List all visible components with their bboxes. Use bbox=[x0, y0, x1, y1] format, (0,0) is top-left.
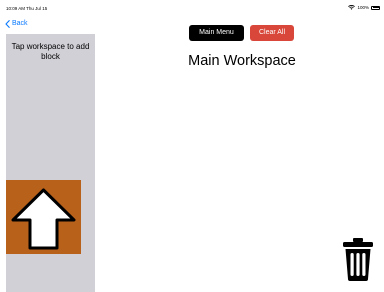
status-indicators: 100% bbox=[348, 5, 380, 10]
workspace-title: Main Workspace bbox=[188, 53, 296, 69]
back-button[interactable]: Back bbox=[5, 20, 28, 28]
block-palette: Tap workspace to add block bbox=[6, 34, 95, 292]
up-arrow-icon bbox=[11, 188, 76, 250]
status-bar: 10:09 AM Thu Jul 15 100% bbox=[0, 0, 384, 16]
battery-icon bbox=[371, 5, 380, 10]
up-arrow-block[interactable] bbox=[6, 180, 81, 254]
trash-button[interactable] bbox=[332, 232, 384, 287]
clear-all-button[interactable]: Clear All bbox=[250, 25, 294, 41]
main-menu-button[interactable]: Main Menu bbox=[189, 25, 244, 41]
battery-percent: 100% bbox=[357, 5, 369, 10]
status-time: 10:09 AM Thu Jul 15 bbox=[6, 6, 48, 11]
trash-icon bbox=[343, 238, 373, 281]
wifi-icon bbox=[348, 5, 356, 10]
chevron-left-icon bbox=[5, 20, 10, 28]
back-label: Back bbox=[12, 20, 28, 27]
palette-hint: Tap workspace to add block bbox=[11, 42, 90, 61]
